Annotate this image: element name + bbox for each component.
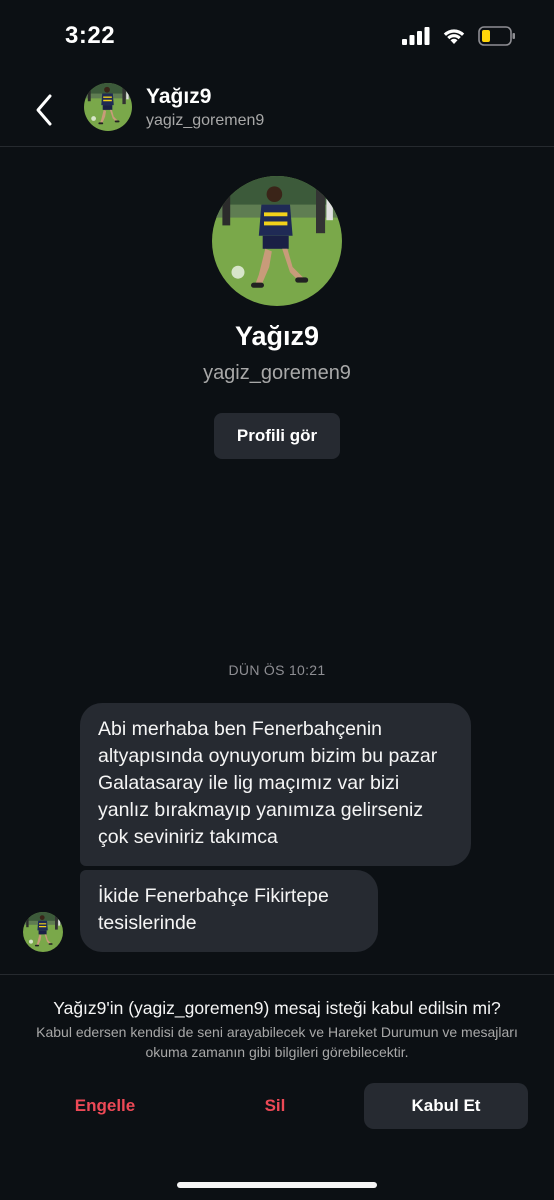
back-button[interactable]	[30, 90, 60, 130]
home-indicator[interactable]	[177, 1182, 377, 1188]
header-username: yagiz_goremen9	[146, 112, 265, 129]
status-icons	[402, 26, 516, 46]
chat-header: Yağız9 yagiz_goremen9	[0, 72, 554, 147]
request-description: Kabul edersen kendisi de seni arayabilec…	[36, 1024, 518, 1060]
view-profile-button[interactable]: Profili gör	[213, 413, 341, 459]
delete-button[interactable]: Sil	[200, 1083, 350, 1129]
message-bubble[interactable]: Abi merhaba ben Fenerbahçenin altyapısın…	[80, 703, 471, 866]
status-bar: 3:22	[0, 0, 554, 72]
block-button[interactable]: Engelle	[30, 1083, 180, 1129]
profile-avatar[interactable]	[212, 176, 342, 306]
message-timestamp: DÜN ÖS 10:21	[228, 662, 326, 678]
battery-low-icon	[478, 26, 515, 46]
request-title: Yağız9'in (yagiz_goremen9) mesaj isteği …	[53, 998, 501, 1018]
request-actions: Engelle Sil Kabul Et	[0, 1083, 554, 1129]
sender-avatar[interactable]	[23, 912, 63, 952]
profile-username: yagiz_goremen9	[203, 362, 351, 384]
header-avatar[interactable]	[84, 83, 132, 131]
status-time: 3:22	[65, 22, 116, 49]
accept-button[interactable]: Kabul Et	[364, 1083, 528, 1129]
profile-display-name: Yağız9	[234, 321, 320, 351]
divider	[0, 974, 554, 975]
chevron-left-icon	[36, 94, 52, 126]
signal-icon	[402, 27, 430, 45]
header-display-name[interactable]: Yağız9	[146, 85, 211, 109]
wifi-icon	[443, 29, 465, 44]
profile-card: Yağız9 yagiz_goremen9 Profili gör	[0, 176, 554, 459]
message-bubble[interactable]: İkide Fenerbahçe Fikirtepe tesislerinde	[80, 870, 378, 952]
